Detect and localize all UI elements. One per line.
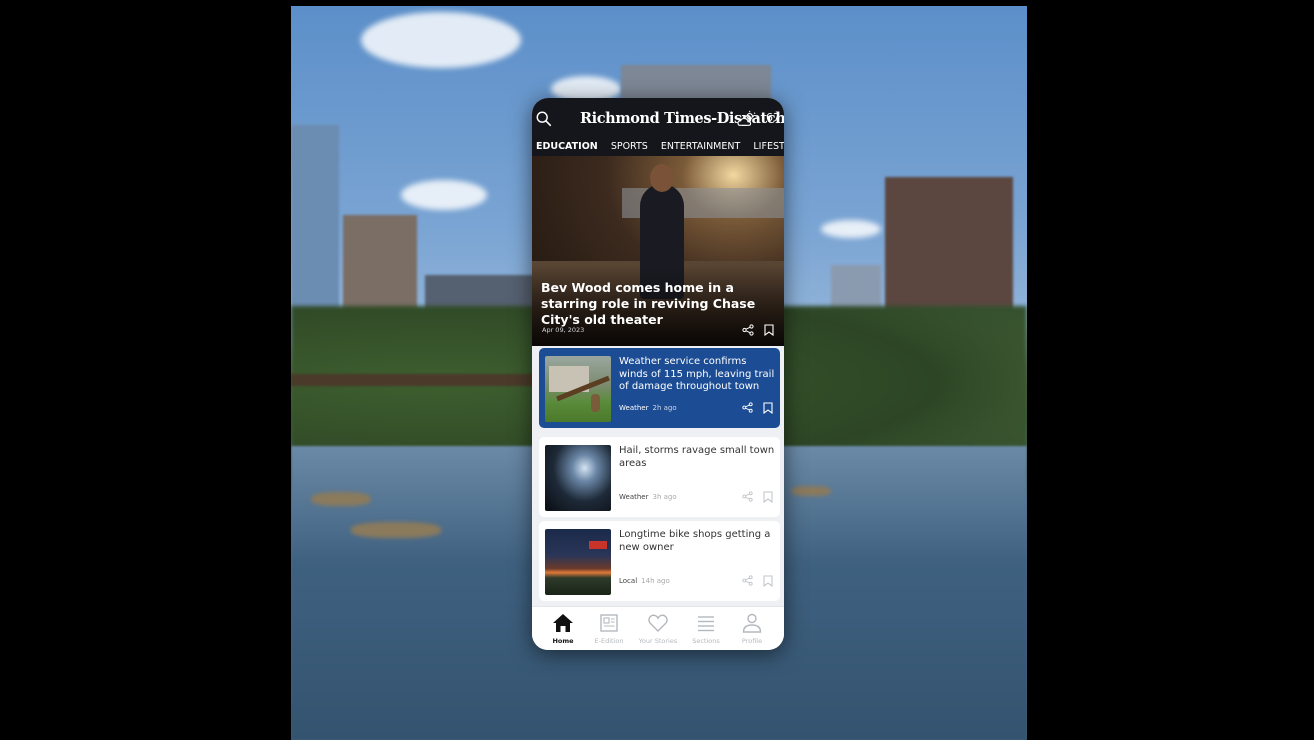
tab-label: E-Edition xyxy=(594,637,624,645)
home-icon xyxy=(553,614,573,632)
bookmark-icon[interactable] xyxy=(763,402,773,414)
article-category: Weather xyxy=(619,493,649,501)
article-card[interactable]: Hail, storms ravage small town areas Wea… xyxy=(539,437,780,517)
cloud xyxy=(361,12,521,68)
masthead-logo: Richmond Times-Dispatch xyxy=(580,110,784,127)
share-icon[interactable] xyxy=(742,575,753,586)
article-title[interactable]: Weather service confirms winds of 115 mp… xyxy=(619,356,777,394)
article-card[interactable]: Weather service confirms winds of 115 mp… xyxy=(539,348,780,428)
bookmark-icon[interactable] xyxy=(763,491,773,503)
search-icon[interactable] xyxy=(535,110,553,128)
rock xyxy=(351,522,441,538)
newspaper-icon xyxy=(600,614,618,632)
cloud xyxy=(821,220,881,238)
article-card[interactable]: Longtime bike shops getting a new owner … xyxy=(539,521,780,601)
share-icon[interactable] xyxy=(742,324,754,336)
share-icon[interactable] xyxy=(742,491,753,502)
share-icon[interactable] xyxy=(742,402,753,413)
tab-education[interactable]: EDUCATION xyxy=(536,136,598,156)
section-nav: EDUCATION SPORTS ENTERTAINMENT LIFESTYLE xyxy=(532,134,784,156)
tab-profile[interactable]: Profile xyxy=(727,610,777,645)
article-thumbnail xyxy=(545,445,611,511)
phone-app: Richmond Times-Dispatch 67 EDUCATION SPO… xyxy=(532,98,784,650)
list-icon xyxy=(698,616,714,632)
tab-e-edition[interactable]: E-Edition xyxy=(584,610,634,645)
bridge xyxy=(291,374,541,386)
bookmark-icon[interactable] xyxy=(764,324,774,336)
article-title[interactable]: Hail, storms ravage small town areas xyxy=(619,445,777,470)
tab-entertainment[interactable]: ENTERTAINMENT xyxy=(661,136,740,156)
article-category: Local xyxy=(619,577,638,585)
hero-headline[interactable]: Bev Wood comes home in a starring role i… xyxy=(541,280,781,328)
tab-sports[interactable]: SPORTS xyxy=(611,136,648,156)
article-thumbnail xyxy=(545,529,611,595)
rock xyxy=(311,492,371,506)
bottom-tab-bar: Home E-Edition Your Stories Sections Pro… xyxy=(532,606,784,650)
partly-cloudy-icon xyxy=(737,110,757,126)
tab-label: Home xyxy=(552,637,574,645)
tab-your-stories[interactable]: Your Stories xyxy=(633,610,683,645)
heart-icon xyxy=(648,614,668,632)
bookmark-icon[interactable] xyxy=(763,575,773,587)
shop-sign xyxy=(589,541,607,549)
article-time: 3h ago xyxy=(652,493,677,501)
temperature: 67 xyxy=(766,111,780,124)
article-category: Weather xyxy=(619,404,649,412)
tab-label: Your Stories xyxy=(638,637,678,645)
person-icon xyxy=(742,613,762,633)
article-meta: Weather 3h ago xyxy=(619,493,677,501)
rock xyxy=(791,486,831,496)
tab-label: Sections xyxy=(692,637,720,645)
article-thumbnail xyxy=(545,356,611,422)
tab-label: Profile xyxy=(741,637,763,645)
hero-date: Apr 09, 2023 xyxy=(542,326,585,334)
article-meta: Weather 2h ago xyxy=(619,404,677,412)
tab-lifestyle[interactable]: LIFESTYLE xyxy=(753,136,784,156)
article-time: 2h ago xyxy=(652,404,677,412)
hero-story[interactable]: Bev Wood comes home in a starring role i… xyxy=(532,156,784,346)
article-time: 14h ago xyxy=(641,577,670,585)
tab-sections[interactable]: Sections xyxy=(681,610,731,645)
article-title[interactable]: Longtime bike shops getting a new owner xyxy=(619,529,777,554)
deer-shape xyxy=(591,394,600,412)
article-meta: Local 14h ago xyxy=(619,577,670,585)
tab-home[interactable]: Home xyxy=(538,610,588,645)
cloud xyxy=(401,180,487,210)
hero-photo-person-head xyxy=(650,164,674,192)
